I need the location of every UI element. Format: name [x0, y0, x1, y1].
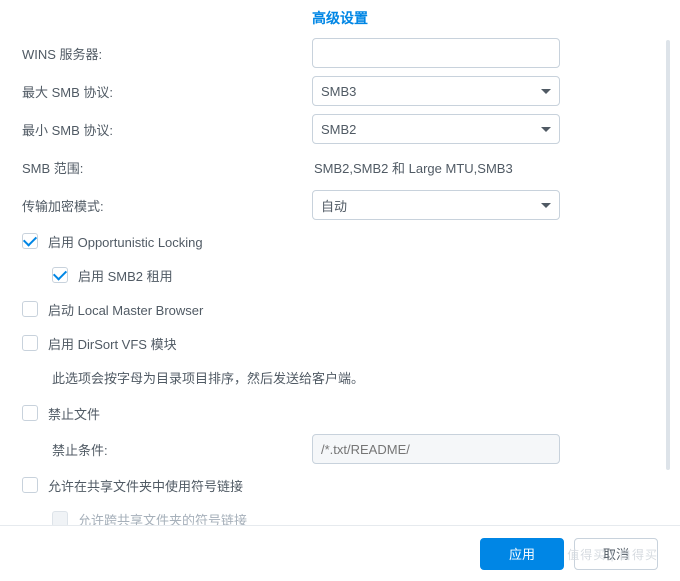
max-smb-value: SMB3 [321, 84, 356, 99]
symlink-cross-checkbox [52, 511, 68, 525]
chevron-down-icon [541, 89, 551, 94]
row-max-smb: 最大 SMB 协议: SMB3 [22, 72, 654, 110]
max-smb-select[interactable]: SMB3 [312, 76, 560, 106]
encrypt-mode-label: 传输加密模式: [22, 196, 312, 215]
chevron-down-icon [541, 127, 551, 132]
row-smb-range: SMB 范围: SMB2,SMB2 和 Large MTU,SMB3 [22, 148, 654, 186]
row-dirsort: 启用 DirSort VFS 模块 [22, 326, 654, 360]
row-oplock: 启用 Opportunistic Locking [22, 224, 654, 258]
symlink-checkbox[interactable] [22, 477, 38, 493]
scroll-area[interactable]: WINS 服务器: 最大 SMB 协议: SMB3 最小 SMB 协议: [22, 34, 658, 525]
dirsort-label: 启用 DirSort VFS 模块 [48, 334, 177, 353]
row-wins: WINS 服务器: [22, 34, 654, 72]
row-veto-cond: 禁止条件: [22, 430, 654, 468]
veto-label: 禁止文件 [48, 404, 100, 423]
dirsort-desc: 此选项会按字母为目录项目排序，然后发送给客户端。 [22, 362, 654, 392]
row-encrypt-mode: 传输加密模式: 自动 [22, 186, 654, 224]
smb2-lease-label: 启用 SMB2 租用 [78, 266, 173, 285]
smb-range-label: SMB 范围: [22, 158, 312, 177]
scrollbar[interactable] [666, 40, 670, 470]
apply-button[interactable]: 应用 [480, 538, 564, 570]
min-smb-select[interactable]: SMB2 [312, 114, 560, 144]
wins-input[interactable] [312, 38, 560, 68]
symlink-label: 允许在共享文件夹中使用符号链接 [48, 476, 243, 495]
max-smb-label: 最大 SMB 协议: [22, 82, 312, 101]
local-master-label: 启动 Local Master Browser [48, 300, 203, 319]
advanced-settings-dialog: 高级设置 WINS 服务器: 最大 SMB 协议: SMB3 最小 S [0, 0, 680, 581]
veto-cond-label: 禁止条件: [52, 440, 312, 459]
oplock-checkbox[interactable] [22, 233, 38, 249]
smb-range-value: SMB2,SMB2 和 Large MTU,SMB3 [312, 158, 513, 177]
row-symlink: 允许在共享文件夹中使用符号链接 [22, 468, 654, 502]
encrypt-mode-value: 自动 [321, 196, 347, 215]
cancel-button[interactable]: 取消 [574, 538, 658, 570]
symlink-cross-label: 允许跨共享文件夹的符号链接 [78, 510, 247, 526]
min-smb-label: 最小 SMB 协议: [22, 120, 312, 139]
dialog-footer: 应用 取消 [0, 525, 680, 581]
oplock-label: 启用 Opportunistic Locking [48, 232, 203, 251]
veto-cond-input [312, 434, 560, 464]
row-veto: 禁止文件 [22, 396, 654, 430]
smb2-lease-checkbox[interactable] [52, 267, 68, 283]
row-symlink-cross: 允许跨共享文件夹的符号链接 [22, 502, 654, 525]
row-min-smb: 最小 SMB 协议: SMB2 [22, 110, 654, 148]
wins-label: WINS 服务器: [22, 44, 312, 63]
row-smb2-lease: 启用 SMB2 租用 [22, 258, 654, 292]
encrypt-mode-select[interactable]: 自动 [312, 190, 560, 220]
min-smb-value: SMB2 [321, 122, 356, 137]
chevron-down-icon [541, 203, 551, 208]
dirsort-checkbox[interactable] [22, 335, 38, 351]
veto-checkbox[interactable] [22, 405, 38, 421]
row-local-master: 启动 Local Master Browser [22, 292, 654, 326]
dialog-content: WINS 服务器: 最大 SMB 协议: SMB3 最小 SMB 协议: [0, 34, 680, 525]
local-master-checkbox[interactable] [22, 301, 38, 317]
